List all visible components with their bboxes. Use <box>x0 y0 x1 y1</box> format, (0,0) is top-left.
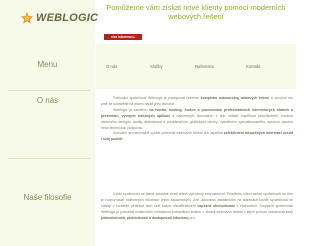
page: WEBLOGIC Menu O nás Naše filosofie Pomůž… <box>0 0 296 246</box>
sidebar: WEBLOGIC Menu O nás Naše filosofie <box>0 0 98 246</box>
text-run: kompletní outsourcing webových řešení <box>200 96 270 100</box>
nav-item-references[interactable]: Reference <box>195 64 214 69</box>
text-run: Součástí na maximálně využití potenciál … <box>113 131 224 136</box>
nav-item-contact[interactable]: Kontakt <box>246 64 260 69</box>
text-run: . <box>122 137 124 142</box>
about-heading: O nás <box>36 96 59 105</box>
about-section: Pohlcující společnost Weblogic je poskyt… <box>101 96 293 143</box>
logo-text: WEBLOGIC <box>36 12 99 24</box>
text-run: úspěšné obchodování <box>197 203 235 208</box>
about-paragraph: Weblogic je zaměřen na tvorbu, hosting, … <box>101 108 293 132</box>
sidebar-divider <box>8 158 90 159</box>
menu-heading: Menu <box>37 60 58 69</box>
philosophy-paragraph: Výraz společnost se jasně zásadně ztratí… <box>101 192 293 222</box>
nav-item-about[interactable]: O nás <box>106 64 117 69</box>
sidebar-divider <box>8 90 90 91</box>
logo[interactable]: WEBLOGIC <box>20 6 98 30</box>
text-run: pro <box>188 215 195 220</box>
headline: Pomůžeme vám získat nové klienty pomocí … <box>106 3 286 21</box>
about-paragraph: Pohlcující společnost Weblogic je poskyt… <box>101 96 293 108</box>
text-run: jednoduchosti, přehlednosti a dostupnost… <box>101 215 189 220</box>
text-run: Weblogic je zaměřen <box>113 107 150 112</box>
text-run: Pohlcující společnost Weblogic je poskyt… <box>113 96 201 100</box>
more-info-button[interactable]: více informací ▸ <box>104 34 142 40</box>
nav-item-services[interactable]: Služby <box>150 64 163 69</box>
logo-icon <box>20 11 34 25</box>
philosophy-heading: Naše filosofie <box>23 193 72 202</box>
about-paragraph: Součástí na maximálně využití potenciál … <box>101 131 293 143</box>
philosophy-section: Výraz společnost se jasně zásadně ztratí… <box>101 192 293 222</box>
